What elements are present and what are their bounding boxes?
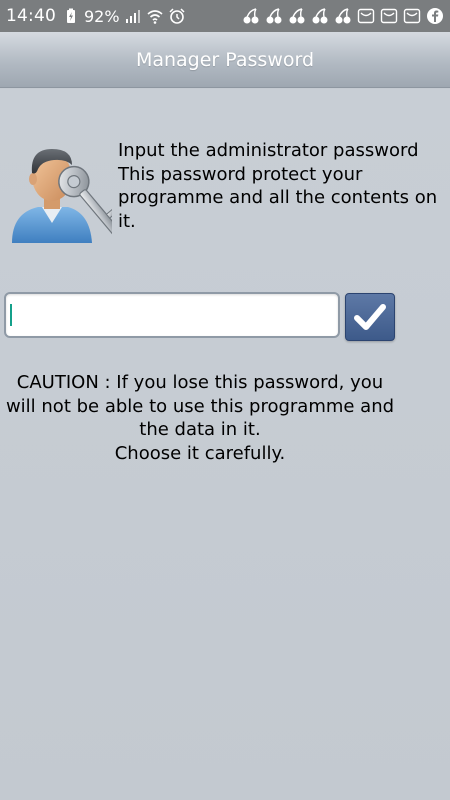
main-content: Input the administrator password This pa… bbox=[0, 89, 450, 800]
status-time: 14:40 bbox=[6, 6, 56, 26]
user-key-icon bbox=[12, 149, 112, 243]
cherry-icon bbox=[312, 8, 328, 24]
facebook-icon bbox=[427, 8, 443, 24]
status-bar: 14:40 92% bbox=[0, 0, 450, 32]
mail-icon bbox=[403, 8, 421, 24]
caution-line-1: CAUTION : If you lose this password, you… bbox=[5, 372, 395, 440]
status-right-icons bbox=[242, 0, 444, 32]
battery-percent: 92% bbox=[84, 6, 120, 26]
mail-icon bbox=[357, 8, 375, 24]
battery-charging-icon bbox=[67, 8, 75, 23]
intro-line-1: Input the administrator password bbox=[118, 140, 419, 161]
page-title: Manager Password bbox=[135, 48, 315, 71]
intro-line-2: This password protect your programme and… bbox=[118, 163, 438, 232]
signal-icon bbox=[125, 10, 140, 23]
cherry-icon bbox=[266, 8, 282, 24]
wifi-icon bbox=[147, 10, 163, 24]
cherry-icon bbox=[335, 8, 351, 24]
title-bar: Manager Password bbox=[0, 32, 450, 88]
password-input[interactable] bbox=[4, 292, 340, 338]
cherry-icon bbox=[243, 8, 259, 24]
intro-text: Input the administrator password This pa… bbox=[118, 139, 438, 233]
confirm-button[interactable] bbox=[345, 293, 395, 341]
checkmark-icon bbox=[354, 304, 386, 330]
status-left-icons: 92% bbox=[62, 7, 186, 26]
text-caret bbox=[10, 304, 12, 326]
caution-line-2: Choose it carefully. bbox=[114, 442, 286, 464]
alarm-icon bbox=[169, 8, 185, 24]
cherry-icon bbox=[289, 8, 305, 24]
caution-text: CAUTION : If you lose this password, you… bbox=[0, 371, 400, 465]
mail-icon bbox=[380, 8, 398, 24]
